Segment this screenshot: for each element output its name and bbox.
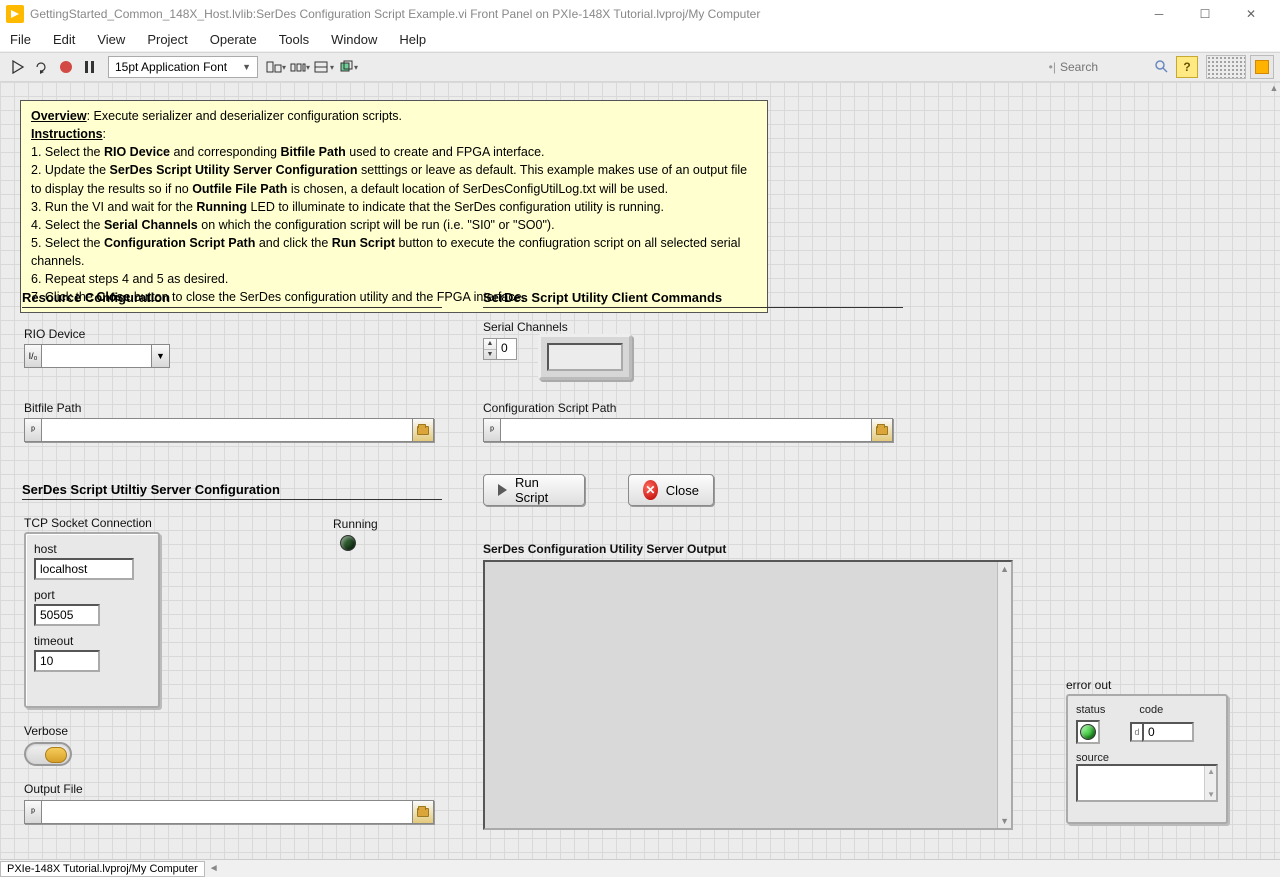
- host-input[interactable]: [34, 558, 134, 580]
- front-panel-canvas: Overview: Execute serializer and deseria…: [0, 82, 1280, 859]
- align-button[interactable]: ▾: [266, 57, 286, 77]
- source-indicator: ▲ ▼: [1076, 764, 1218, 802]
- toolbar: 15pt Application Font ▼ ▾ ▾ ▾ ▾ •| ?: [0, 52, 1280, 82]
- serial-channels-label: Serial Channels: [483, 320, 568, 334]
- timeout-input[interactable]: [34, 650, 100, 672]
- folder-icon: [417, 808, 429, 817]
- verbose-label: Verbose: [24, 724, 68, 738]
- font-value: 15pt Application Font: [115, 60, 227, 74]
- browse-button[interactable]: [412, 418, 434, 442]
- menu-edit[interactable]: Edit: [53, 32, 75, 47]
- error-out-label: error out: [1066, 678, 1111, 692]
- menu-bar: File Edit View Project Operate Tools Win…: [0, 28, 1280, 52]
- config-script-path-input[interactable]: ᵖ: [483, 418, 893, 442]
- abort-button[interactable]: [56, 57, 76, 77]
- menu-tools[interactable]: Tools: [279, 32, 309, 47]
- tcp-cluster-label: TCP Socket Connection: [24, 516, 152, 530]
- maximize-button[interactable]: ☐: [1182, 0, 1228, 28]
- port-label: port: [34, 588, 150, 602]
- scroll-down-icon[interactable]: ▼: [1000, 816, 1009, 826]
- distribute-button[interactable]: ▾: [290, 57, 310, 77]
- close-button[interactable]: ✕ Close: [628, 474, 714, 506]
- path-glyph-icon: ᵖ: [483, 418, 501, 442]
- port-input[interactable]: [34, 604, 100, 626]
- menu-project[interactable]: Project: [147, 32, 187, 47]
- browse-button[interactable]: [871, 418, 893, 442]
- increment-button[interactable]: ▲: [484, 339, 496, 350]
- run-script-button[interactable]: Run Script: [483, 474, 585, 506]
- menu-operate[interactable]: Operate: [210, 32, 257, 47]
- running-led: [340, 535, 356, 551]
- play-icon: [498, 484, 507, 496]
- server-output-textarea[interactable]: ▲ ▼: [483, 560, 1013, 830]
- status-led: [1076, 720, 1100, 744]
- canvas-scrollbar[interactable]: ▲: [1268, 82, 1280, 859]
- window-title: GettingStarted_Common_148X_Host.lvlib:Se…: [30, 7, 760, 21]
- menu-help[interactable]: Help: [399, 32, 426, 47]
- resize-button[interactable]: ▾: [314, 57, 334, 77]
- code-label: code: [1139, 704, 1163, 716]
- menu-file[interactable]: File: [10, 32, 31, 47]
- decrement-button[interactable]: ▼: [484, 350, 496, 360]
- run-continuous-button[interactable]: [32, 57, 52, 77]
- hscroll-left-icon[interactable]: ◄: [209, 863, 219, 874]
- serial-index-control[interactable]: ▲▼ 0: [483, 338, 517, 360]
- status-label: status: [1076, 704, 1105, 716]
- folder-icon: [417, 426, 429, 435]
- error-out-cluster: status code d0 source ▲ ▼: [1066, 694, 1228, 824]
- rio-device-label: RIO Device: [24, 327, 85, 341]
- scroll-up-icon[interactable]: ▲: [1000, 564, 1009, 574]
- close-label: Close: [666, 483, 699, 498]
- section-resource-configuration: Resource Configuration: [22, 290, 442, 308]
- status-bar: PXIe-148X Tutorial.lvproj/My Computer ◄: [0, 859, 1280, 877]
- source-label: source: [1076, 752, 1218, 764]
- chevron-down-icon: ▼: [152, 344, 170, 368]
- chevron-down-icon: ▼: [242, 62, 251, 72]
- section-client-commands: SerDes Script Utility Client Commands: [483, 290, 903, 308]
- code-indicator: d0: [1130, 722, 1194, 742]
- labview-icon: [6, 5, 24, 23]
- section-server-output-label: SerDes Configuration Utility Server Outp…: [483, 542, 726, 556]
- reorder-button[interactable]: ▾: [338, 57, 358, 77]
- output-file-label: Output File: [24, 782, 83, 796]
- project-context[interactable]: PXIe-148X Tutorial.lvproj/My Computer: [0, 861, 205, 877]
- search-input[interactable]: [1060, 60, 1150, 74]
- section-server-configuration: SerDes Script Utiltiy Server Configurati…: [22, 482, 442, 500]
- menu-view[interactable]: View: [97, 32, 125, 47]
- path-glyph-icon: ᵖ: [24, 800, 42, 824]
- separator-icon: •|: [1049, 60, 1056, 74]
- output-file-input[interactable]: ᵖ: [24, 800, 434, 824]
- verbose-switch[interactable]: [24, 742, 72, 766]
- config-script-path-label: Configuration Script Path: [483, 401, 616, 415]
- connector-pane-icon[interactable]: [1206, 55, 1246, 79]
- minimize-button[interactable]: ─: [1136, 0, 1182, 28]
- folder-icon: [876, 426, 888, 435]
- path-glyph-icon: ᵖ: [24, 418, 42, 442]
- vi-icon[interactable]: [1250, 55, 1274, 79]
- serial-index-value[interactable]: 0: [497, 338, 517, 360]
- host-label: host: [34, 542, 150, 556]
- scroll-up-icon[interactable]: ▲: [1268, 82, 1280, 94]
- tcp-cluster: host port timeout: [24, 532, 160, 708]
- bitfile-path-label: Bitfile Path: [24, 401, 81, 415]
- menu-window[interactable]: Window: [331, 32, 377, 47]
- help-button[interactable]: ?: [1176, 56, 1198, 78]
- scrollbar[interactable]: [997, 562, 1011, 828]
- close-window-button[interactable]: ✕: [1228, 0, 1274, 28]
- search-icon[interactable]: [1152, 57, 1172, 77]
- bitfile-path-input[interactable]: ᵖ: [24, 418, 434, 442]
- serial-channels-array[interactable]: [538, 334, 632, 380]
- overview-text-box: Overview: Execute serializer and deseria…: [20, 100, 768, 313]
- run-script-label: Run Script: [515, 475, 570, 505]
- running-label: Running: [333, 517, 378, 531]
- font-selector[interactable]: 15pt Application Font ▼: [108, 56, 258, 78]
- title-bar: GettingStarted_Common_148X_Host.lvlib:Se…: [0, 0, 1280, 28]
- close-icon: ✕: [643, 480, 658, 500]
- io-glyph-icon: I/₀: [24, 344, 42, 368]
- run-button[interactable]: [8, 57, 28, 77]
- pause-button[interactable]: [80, 57, 100, 77]
- browse-button[interactable]: [412, 800, 434, 824]
- rio-device-combo[interactable]: I/₀ ▼: [24, 344, 170, 368]
- timeout-label: timeout: [34, 634, 150, 648]
